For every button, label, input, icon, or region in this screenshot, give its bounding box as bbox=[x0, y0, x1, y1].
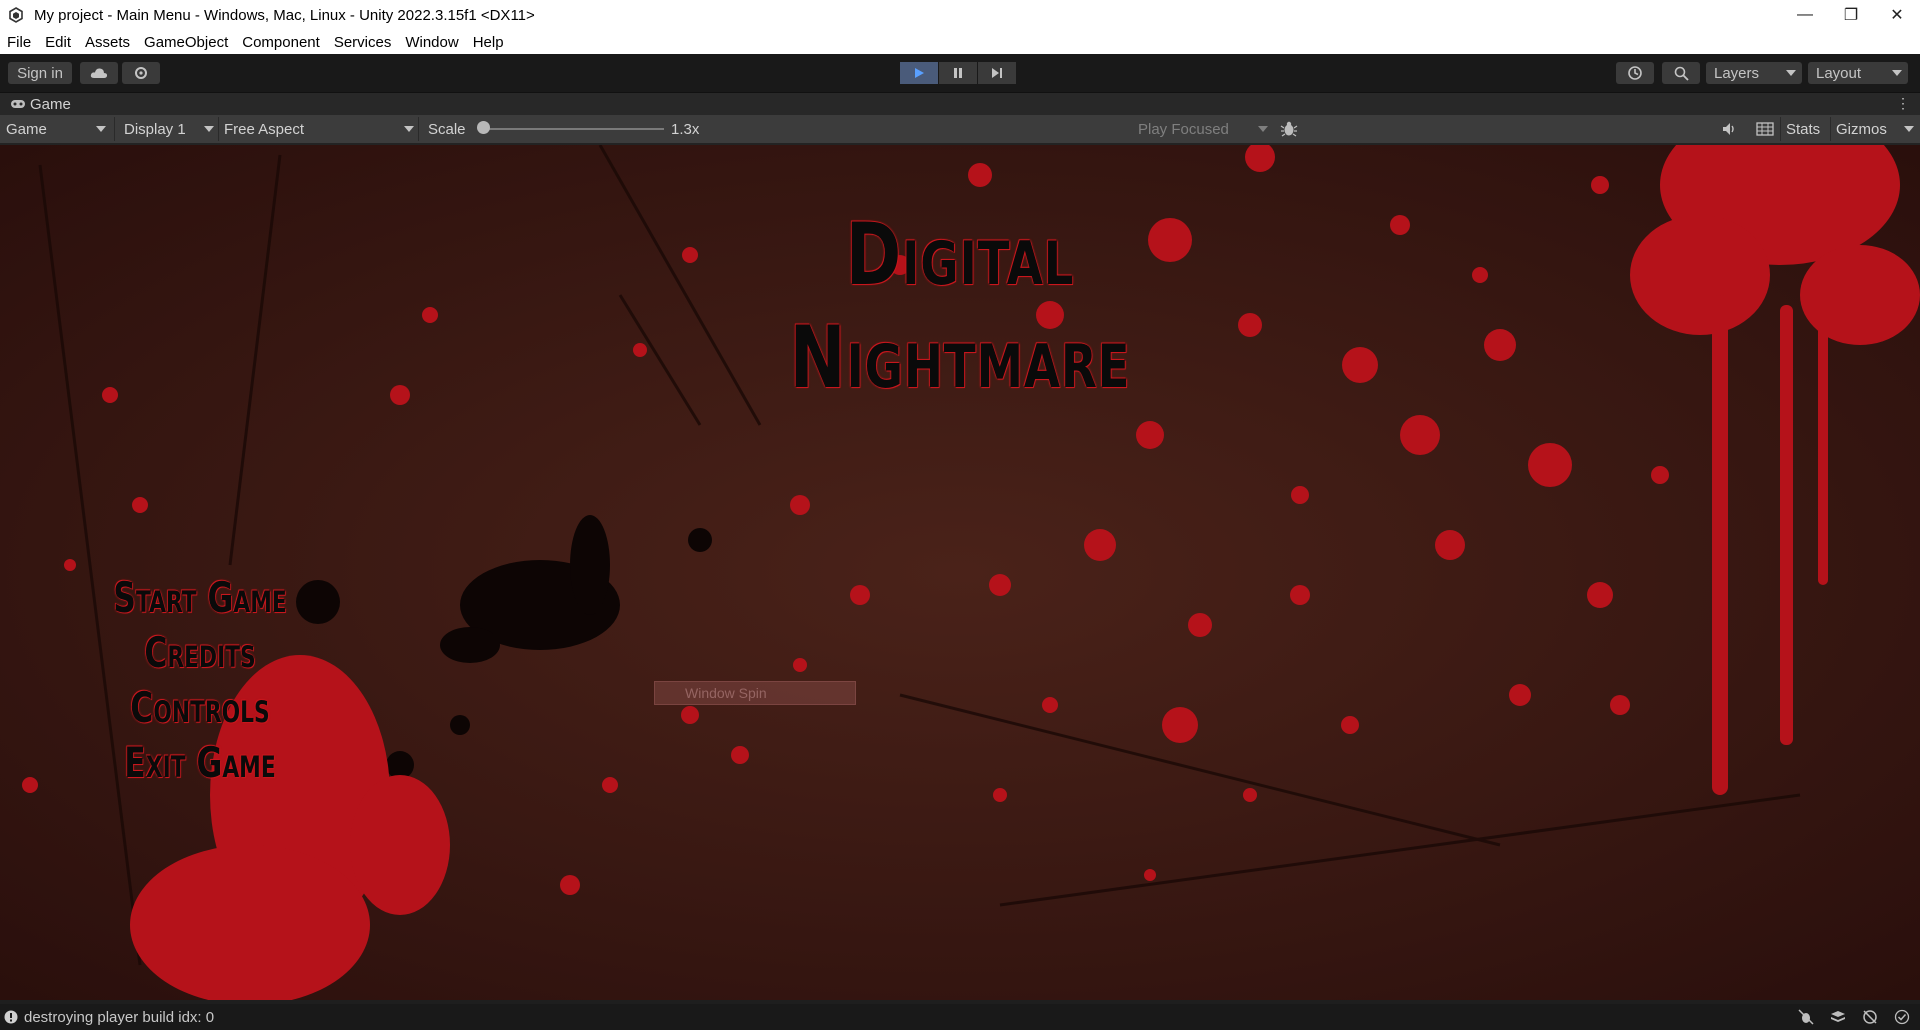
play-icon bbox=[915, 68, 924, 78]
menu-component[interactable]: Component bbox=[235, 34, 327, 51]
warning-icon bbox=[4, 1010, 18, 1024]
scale-label: Scale bbox=[428, 120, 466, 138]
speaker-icon bbox=[1723, 123, 1734, 135]
status-icons bbox=[1796, 1007, 1912, 1027]
step-icon bbox=[992, 68, 1002, 78]
menu-edit[interactable]: Edit bbox=[38, 34, 78, 51]
cloud-icon bbox=[90, 68, 108, 78]
gear-icon bbox=[135, 67, 147, 79]
bug-icon bbox=[1280, 121, 1298, 137]
window-spin-overlay: Window Spin bbox=[654, 681, 856, 705]
grid-button[interactable] bbox=[1756, 115, 1774, 143]
menu-file[interactable]: File bbox=[0, 34, 38, 51]
menu-window[interactable]: Window bbox=[398, 34, 465, 51]
history-button[interactable] bbox=[1616, 62, 1654, 84]
play-button[interactable] bbox=[900, 62, 938, 84]
restore-icon[interactable]: ❐ bbox=[1828, 0, 1874, 30]
kebab-menu-icon[interactable]: ⋮ bbox=[1896, 95, 1910, 112]
scale-value: 1.3x bbox=[671, 120, 700, 138]
divider bbox=[1830, 117, 1831, 141]
menu-help[interactable]: Help bbox=[466, 34, 511, 51]
gizmos-dropdown[interactable]: Gizmos bbox=[1836, 115, 1914, 143]
audio-button[interactable] bbox=[1722, 115, 1738, 143]
cloud-button[interactable] bbox=[80, 62, 118, 84]
game-viewport[interactable]: Digital Nightmare Start Game Credits Con… bbox=[0, 145, 1920, 1000]
layers-stack-icon[interactable] bbox=[1828, 1007, 1848, 1027]
play-controls bbox=[900, 62, 1016, 84]
search-button[interactable] bbox=[1662, 62, 1700, 84]
title-bar: My project - Main Menu - Windows, Mac, L… bbox=[0, 0, 1920, 30]
game-view-toolbar: Game Display 1 Free Aspect Scale 1.3x Pl… bbox=[0, 115, 1920, 145]
status-bar: destroying player build idx: 0 bbox=[0, 1004, 1920, 1030]
chevron-down-icon bbox=[1904, 126, 1914, 132]
pause-icon bbox=[954, 68, 962, 78]
play-focused-dropdown[interactable]: Play Focused bbox=[1138, 115, 1268, 143]
divider bbox=[418, 117, 419, 141]
pause-button[interactable] bbox=[939, 62, 977, 84]
aspect-dropdown[interactable]: Free Aspect bbox=[224, 115, 414, 143]
layout-label: Layout bbox=[1816, 64, 1862, 82]
play-focused-label: Play Focused bbox=[1138, 120, 1229, 138]
chevron-down-icon bbox=[1892, 70, 1902, 76]
display-dropdown[interactable]: Display 1 bbox=[124, 115, 214, 143]
status-message[interactable]: destroying player build idx: 0 bbox=[24, 1009, 214, 1026]
scale-slider-handle[interactable] bbox=[477, 121, 490, 134]
layers-label: Layers bbox=[1714, 64, 1760, 82]
menu-bar: File Edit Assets GameObject Component Se… bbox=[0, 30, 1920, 54]
window-title: My project - Main Menu - Windows, Mac, L… bbox=[34, 6, 535, 24]
sign-in-button[interactable]: Sign in bbox=[8, 62, 72, 84]
credits-button[interactable]: Credits bbox=[50, 628, 350, 677]
window-controls: — ❐ ✕ bbox=[1782, 0, 1920, 30]
debug-off-icon[interactable] bbox=[1796, 1007, 1816, 1027]
stats-button[interactable]: Stats bbox=[1786, 115, 1820, 143]
view-mode-label: Game bbox=[6, 120, 47, 138]
game-tab-bar: Game ⋮ bbox=[0, 93, 1920, 115]
chevron-down-icon bbox=[1786, 70, 1796, 76]
divider bbox=[218, 117, 219, 141]
grid-icon bbox=[1756, 122, 1774, 136]
tab-game[interactable]: Game bbox=[30, 96, 71, 113]
start-game-button[interactable]: Start Game bbox=[50, 573, 350, 622]
chevron-down-icon bbox=[1258, 126, 1268, 132]
menu-services[interactable]: Services bbox=[327, 34, 399, 51]
aspect-label: Free Aspect bbox=[224, 120, 305, 138]
network-off-icon[interactable] bbox=[1860, 1007, 1880, 1027]
game-title-line-1: Digital bbox=[845, 205, 1075, 305]
layers-dropdown[interactable]: Layers bbox=[1706, 62, 1802, 84]
close-icon[interactable]: ✕ bbox=[1874, 0, 1920, 30]
exit-game-button[interactable]: Exit Game bbox=[50, 738, 350, 787]
game-title-line-2: Nightmare bbox=[789, 308, 1131, 408]
unity-logo-icon bbox=[9, 7, 23, 23]
view-mode-dropdown[interactable]: Game bbox=[6, 115, 110, 143]
display-label: Display 1 bbox=[124, 120, 186, 138]
menu-assets[interactable]: Assets bbox=[78, 34, 137, 51]
divider bbox=[114, 117, 115, 141]
chevron-down-icon bbox=[404, 126, 414, 132]
chevron-down-icon bbox=[96, 126, 106, 132]
chevron-down-icon bbox=[204, 126, 214, 132]
step-button[interactable] bbox=[978, 62, 1016, 84]
layout-dropdown[interactable]: Layout bbox=[1808, 62, 1908, 84]
history-icon bbox=[1628, 66, 1642, 80]
menu-gameobject[interactable]: GameObject bbox=[137, 34, 235, 51]
gamepad-icon bbox=[11, 100, 25, 108]
main-toolbar: Sign in Layers Layout bbox=[0, 54, 1920, 93]
gizmos-label: Gizmos bbox=[1836, 120, 1887, 138]
minimize-icon[interactable]: — bbox=[1782, 0, 1828, 30]
divider bbox=[1780, 117, 1781, 141]
checkmark-icon[interactable] bbox=[1892, 1007, 1912, 1027]
bug-button[interactable] bbox=[1280, 115, 1298, 143]
collab-button[interactable] bbox=[122, 62, 160, 84]
scale-slider-track[interactable] bbox=[484, 128, 664, 130]
controls-button[interactable]: Controls bbox=[50, 683, 350, 732]
search-icon bbox=[1674, 66, 1689, 81]
